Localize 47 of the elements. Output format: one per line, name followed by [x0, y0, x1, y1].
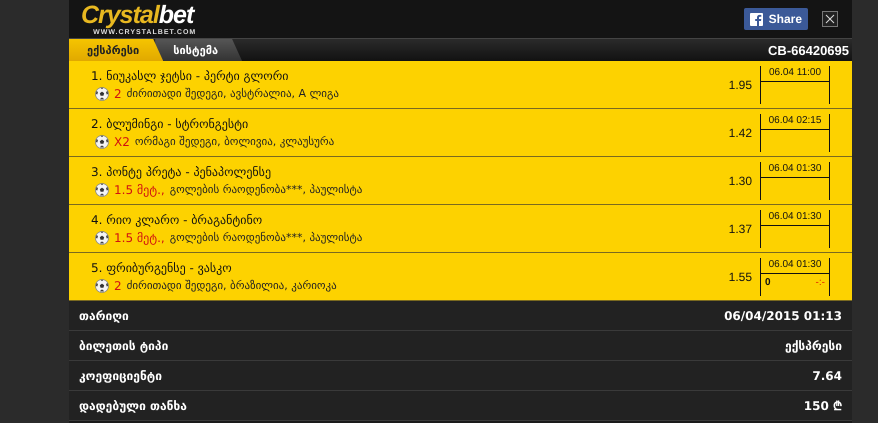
summary-value: 150 ₾ [804, 398, 842, 414]
bet-pick: X2 [114, 134, 130, 148]
event-title: 4. რიო კლარო - ბრაგანტინო [91, 212, 264, 226]
market-name: ორმაგი შედეგი, ბოლივია, კლაუსურა [134, 135, 334, 148]
market-name: ძირითადი შედეგი, ავსტრალია, A ლიგა [126, 87, 339, 100]
bet-pick: 1.5 მეტ., [114, 182, 165, 196]
summary-label: ბილეთის ტიპი [79, 338, 168, 352]
market-name: ძირითადი შედეგი, ბრაზილია, კარიოკა [126, 279, 337, 292]
soccer-ball-icon [95, 86, 109, 100]
score: 0 [765, 276, 771, 288]
odds: 1.37 [728, 222, 752, 236]
event-date: 06.04 11:00 [761, 66, 829, 82]
odds: 1.30 [728, 174, 752, 188]
event-date: 06.04 01:30 [761, 162, 829, 178]
event-title: 2. ბლუმინგი - სტრონგესტი [91, 116, 250, 130]
summary-label: დადებული თანხა [79, 398, 187, 412]
market-name: გოლების რაოდენობა***, პაულისტა [170, 231, 362, 244]
odds: 1.95 [728, 78, 752, 92]
soccer-ball-icon [95, 182, 109, 196]
summary-value: 7.64 [812, 368, 842, 382]
summary-label: კოეფიციენტი [79, 368, 162, 382]
event-date: 06.04 02:15 [761, 114, 829, 130]
result: -:- [816, 276, 825, 288]
event-title: 1. ნიუკასლ ჯეტსი - პერტი გლორი [91, 68, 290, 82]
bet-pick: 2 [114, 278, 122, 292]
close-button[interactable] [822, 11, 838, 27]
ticket-id: CB-66420695 [768, 42, 849, 58]
odds: 1.55 [728, 270, 752, 284]
close-icon [825, 14, 835, 24]
bet-pick: 2 [114, 86, 122, 100]
soccer-ball-icon [95, 134, 109, 148]
soccer-ball-icon [95, 230, 109, 244]
summary-value: 06/04/2015 01:13 [724, 308, 842, 322]
tab[interactable]: სისტემა [155, 39, 242, 61]
facebook-icon [750, 12, 763, 26]
event-title: 3. პონტე პრეტა - პენაპოლენსე [91, 164, 272, 178]
event-title: 5. ფრიბურგენსე - ვასკო [91, 260, 233, 274]
event-date: 06.04 01:30 [761, 258, 829, 274]
soccer-ball-icon [95, 278, 109, 292]
event-date: 06.04 01:30 [761, 210, 829, 226]
market-name: გოლების რაოდენობა***, პაულისტა [170, 183, 362, 196]
summary-value: ექსპრესი [785, 338, 842, 352]
share-button[interactable]: Share [744, 8, 808, 30]
bet-pick: 1.5 მეტ., [114, 230, 165, 244]
odds: 1.42 [728, 126, 752, 140]
summary-label: თარიღი [79, 308, 129, 322]
tab[interactable]: ექსპრესი [69, 39, 164, 61]
